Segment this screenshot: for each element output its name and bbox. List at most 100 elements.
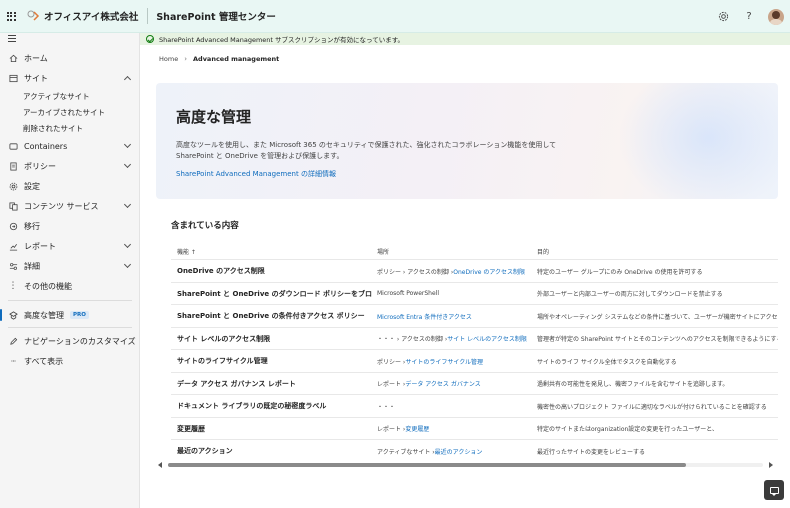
sidebar-item-home[interactable]: ホーム — [0, 50, 140, 66]
sidebar-item-containers[interactable]: Containers — [0, 138, 140, 154]
pro-badge: PRO — [70, 311, 89, 319]
feature-name[interactable]: OneDrive のアクセス制限 — [177, 260, 372, 282]
sidebar-item-migration[interactable]: 移行 — [0, 218, 140, 234]
column-header-purpose[interactable]: 目的 — [537, 244, 549, 258]
sidebar-item-customize-navigation[interactable]: ナビゲーションのカスタマイズ — [0, 333, 140, 349]
sidebar-item-settings[interactable]: 設定 — [0, 178, 140, 194]
sites-icon — [8, 73, 18, 83]
chevron-down-icon[interactable] — [123, 200, 132, 209]
app-launcher-button[interactable] — [0, 0, 22, 33]
hero-banner: 高度な管理 高度なツールを使用し、また Microsoft 365 のセキュリテ… — [156, 83, 778, 199]
feature-name[interactable]: データ アクセス ガバナンス レポート — [177, 373, 372, 395]
sidebar-item-details[interactable]: 詳細 — [0, 258, 140, 274]
feature-purpose: 特定のサイトまたはorganization設定の変更を行ったユーザーと、 — [537, 426, 718, 433]
location-link[interactable]: Microsoft Entra 条件付きアクセス — [377, 312, 472, 321]
page-title: 高度な管理 — [176, 108, 252, 126]
org-name: オフィスアイ株式会社 — [44, 12, 139, 23]
column-header-location[interactable]: 場所 — [377, 244, 389, 258]
table-row[interactable]: 変更履歴 レポート › 変更履歴 特定のサイトまたはorganization設定… — [171, 416, 778, 440]
sidebar-subitem-deleted-sites[interactable]: 削除されたサイト — [23, 123, 83, 134]
feature-name[interactable]: ドキュメント ライブラリの既定の秘密度ラベル — [177, 395, 372, 417]
avatar[interactable] — [768, 8, 784, 25]
feature-purpose: 場所やオペレーティング システムなどの条件に基づいて、ユーザーが機密サイトにアク… — [537, 313, 778, 321]
sidebar-item-label: レポート — [24, 241, 56, 251]
breadcrumb-current: Advanced management — [193, 55, 280, 63]
app-title[interactable]: SharePoint 管理センター — [156, 9, 276, 23]
learn-more-link[interactable]: SharePoint Advanced Management の詳細情報 — [176, 169, 336, 179]
scroll-thumb[interactable] — [168, 463, 686, 467]
sidebar-item-reports[interactable]: レポート — [0, 238, 140, 254]
feature-purpose: 機密性の高いプロジェクト ファイルに適切なラベルが付けられていることを確認する — [537, 403, 767, 411]
location-link[interactable]: OneDrive のアクセス制限 — [453, 267, 525, 276]
horizontal-scrollbar[interactable] — [158, 461, 773, 469]
feature-location: ポリシー › アクセスの制御 › OneDrive のアクセス制限 — [377, 260, 532, 282]
location-link[interactable]: データ アクセス ガバナンス — [405, 379, 480, 388]
feature-name[interactable]: SharePoint と OneDrive のダウンロード ポリシーをブロッ..… — [177, 283, 372, 305]
table-row[interactable]: SharePoint と OneDrive のダウンロード ポリシーをブロッ..… — [171, 281, 778, 305]
feature-location: ・・・ — [377, 395, 532, 417]
scroll-left-icon[interactable] — [158, 462, 162, 468]
feature-location: ポリシー › サイトのライフサイクル管理 — [377, 350, 532, 372]
sidebar-item-label: 詳細 — [24, 261, 40, 271]
containers-icon — [8, 141, 18, 151]
feature-purpose: 管理者が特定の SharePoint サイトとそのコンテンツへのアクセスを制限で… — [537, 336, 778, 343]
table-row[interactable]: データ アクセス ガバナンス レポート レポート › データ アクセス ガバナン… — [171, 371, 778, 395]
feedback-button[interactable] — [764, 480, 784, 500]
feature-name[interactable]: 変更履歴 — [177, 418, 372, 440]
chevron-down-icon[interactable] — [123, 140, 132, 149]
location-link[interactable]: 変更履歴 — [405, 424, 429, 433]
feature-location: レポート › データ アクセス ガバナンス — [377, 373, 532, 395]
location-link[interactable]: サイトのライフサイクル管理 — [405, 357, 483, 366]
scroll-right-icon[interactable] — [769, 462, 773, 468]
sidebar-item-advanced-management[interactable]: 高度な管理 PRO — [0, 307, 140, 323]
checkmark-circle-icon — [146, 35, 154, 43]
location-link[interactable]: 最近のアクション — [435, 447, 483, 456]
sidebar-item-show-all[interactable]: ··· すべて表示 — [0, 353, 140, 369]
chevron-down-icon[interactable] — [123, 160, 132, 169]
feature-name[interactable]: サイトのライフサイクル管理 — [177, 350, 372, 372]
sidebar-subitem-active-sites[interactable]: アクティブなサイト — [23, 91, 90, 102]
sidebar-subitem-archived-sites[interactable]: アーカイブされたサイト — [23, 107, 105, 118]
sidebar-item-more-features[interactable]: ⋮ その他の機能 — [0, 278, 140, 294]
hero-description: 高度なツールを使用し、また Microsoft 365 のセキュリティで保護され… — [176, 141, 557, 160]
feature-location: レポート › 変更履歴 — [377, 418, 532, 440]
chevron-down-icon[interactable] — [123, 240, 132, 249]
feature-purpose: 最近行ったサイトの変更をレビューする — [537, 448, 646, 456]
location-path: ポリシー › アクセスの制御 › — [377, 268, 454, 276]
feature-name[interactable]: 最近のアクション — [177, 440, 372, 458]
feature-purpose: 外部ユーザーと内部ユーザーの両方に対してダウンロードを禁止する — [537, 291, 723, 298]
chevron-right-icon: › — [184, 55, 188, 63]
chevron-down-icon[interactable] — [123, 260, 132, 269]
table-row[interactable]: ドキュメント ライブラリの既定の秘密度ラベル ・・・ 機密性の高いプロジェクト … — [171, 394, 778, 417]
sidebar-item-sites[interactable]: サイト — [0, 70, 140, 86]
table-row[interactable]: サイトのライフサイクル管理 ポリシー › サイトのライフサイクル管理 サイトのラ… — [171, 349, 778, 372]
breadcrumb-home[interactable]: Home — [159, 55, 178, 63]
sidebar-item-label: サイト — [24, 73, 48, 83]
sidebar-item-label: ナビゲーションのカスタマイズ — [24, 336, 136, 346]
column-header-feature[interactable]: 機能 ↑ — [177, 244, 196, 258]
reports-icon — [8, 241, 18, 251]
location-link[interactable]: サイト レベルのアクセス制限 — [447, 334, 527, 343]
feature-name[interactable]: SharePoint と OneDrive の条件付きアクセス ポリシー — [177, 305, 372, 327]
sidebar-item-label: コンテンツ サービス — [24, 201, 99, 211]
breadcrumb: Home › Advanced management — [159, 55, 279, 63]
feature-name[interactable]: サイト レベルのアクセス制限 — [177, 328, 372, 350]
table-row[interactable]: SharePoint と OneDrive の条件付きアクセス ポリシー Mic… — [171, 304, 778, 327]
sidebar-item-content-services[interactable]: コンテンツ サービス — [0, 198, 140, 214]
edit-icon — [8, 336, 18, 346]
chevron-up-icon[interactable] — [123, 75, 132, 84]
sidebar-item-policies[interactable]: ポリシー — [0, 158, 140, 174]
feature-purpose: 過剰共有の可能性を発見し、機密ファイルを含むサイトを追跡します。 — [537, 381, 729, 388]
table-row[interactable]: 最近のアクション アクティブなサイト › 最近のアクション 最近行ったサイトの変… — [171, 439, 778, 458]
chat-icon — [769, 486, 779, 496]
feature-location: Microsoft Entra 条件付きアクセス — [377, 305, 532, 327]
table-row[interactable]: OneDrive のアクセス制限 ポリシー › アクセスの制御 › OneDri… — [171, 259, 778, 282]
sidebar-item-label: 設定 — [24, 181, 40, 191]
location-path: レポート › — [377, 426, 406, 433]
gear-icon[interactable] — [712, 6, 734, 28]
location-path: レポート › — [377, 381, 406, 388]
sidebar-divider — [8, 300, 132, 301]
hamburger-icon[interactable] — [8, 33, 16, 45]
help-icon[interactable]: ? — [738, 6, 760, 28]
table-row[interactable]: サイト レベルのアクセス制限 ・・・ › アクセスの制御 › サイト レベルのア… — [171, 326, 778, 350]
